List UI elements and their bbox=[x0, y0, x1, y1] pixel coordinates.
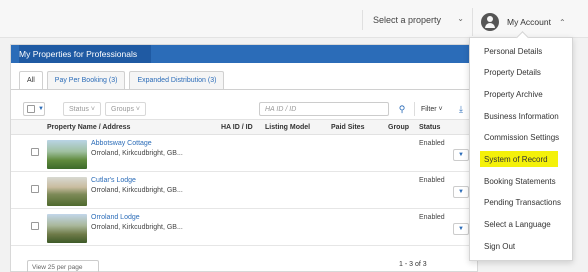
property-address: Orroland, Kirkcudbright, GB... bbox=[91, 150, 183, 157]
chevron-down-icon: ▼ bbox=[38, 106, 44, 112]
menu-item-system-of-record[interactable]: System of Record bbox=[480, 151, 558, 167]
tab-all[interactable]: All bbox=[19, 71, 43, 89]
select-property-dropdown[interactable]: Select a property ⌄ bbox=[362, 10, 470, 30]
groups-filter-label: Groups bbox=[111, 105, 134, 113]
my-account-label: My Account bbox=[507, 17, 551, 27]
avatar-icon bbox=[481, 13, 499, 31]
property-address: Orroland, Kirkcudbright, GB... bbox=[91, 224, 183, 231]
pagination-label: 1 - 3 of 3 bbox=[399, 261, 427, 268]
per-page-select[interactable]: View 25 per page bbox=[27, 260, 99, 272]
status-filter[interactable]: Status ˅ bbox=[63, 102, 101, 116]
toolbar-divider bbox=[414, 102, 415, 116]
menu-item-sign-out[interactable]: Sign Out bbox=[484, 239, 515, 253]
chevron-down-icon: ˅ bbox=[90, 105, 95, 113]
table-row: Cutlar's Lodge Orroland, Kirkcudbright, … bbox=[11, 173, 477, 209]
chevron-down-icon: ˅ bbox=[438, 105, 443, 113]
table-row: Abbotsway Cottage Orroland, Kirkcudbrigh… bbox=[11, 136, 477, 172]
table-header: Property Name / Address HA ID / ID Listi… bbox=[11, 119, 477, 135]
col-ha-id[interactable]: HA ID / ID bbox=[221, 124, 253, 131]
row-checkbox[interactable] bbox=[31, 222, 39, 230]
property-thumbnail[interactable] bbox=[47, 140, 87, 169]
tab-expanded-distribution[interactable]: Expanded Distribution (3) bbox=[129, 71, 225, 89]
panel-header: My Properties for Professionals bbox=[11, 45, 477, 63]
menu-item-select-language[interactable]: Select a Language bbox=[484, 217, 551, 231]
search-input[interactable]: HA ID / ID bbox=[259, 102, 389, 116]
menu-item-property-details[interactable]: Property Details bbox=[484, 65, 541, 79]
download-icon[interactable]: ⤓ bbox=[455, 102, 467, 116]
property-name-link[interactable]: Abbotsway Cottage bbox=[91, 140, 152, 147]
chevron-down-icon: ⌄ bbox=[457, 14, 464, 23]
filter-label: Filter bbox=[421, 105, 437, 113]
toolbar: ▼ Status ˅ Groups ˅ HA ID / ID ⚲ Filter … bbox=[21, 99, 479, 117]
table-row: Orroland Lodge Orroland, Kirkcudbright, … bbox=[11, 210, 477, 246]
menu-item-booking-statements[interactable]: Booking Statements bbox=[484, 174, 556, 188]
menu-item-property-archive[interactable]: Property Archive bbox=[484, 87, 543, 101]
status-text: Enabled bbox=[419, 177, 445, 184]
select-all-dropdown[interactable]: ▼ bbox=[23, 102, 45, 116]
search-icon[interactable]: ⚲ bbox=[395, 102, 409, 116]
select-all-checkbox[interactable] bbox=[27, 105, 35, 113]
tab-pay-per-booking[interactable]: Pay Per Booking (3) bbox=[46, 71, 126, 89]
menu-item-business-information[interactable]: Business Information bbox=[484, 109, 559, 123]
panel-title: My Properties for Professionals bbox=[19, 45, 152, 63]
property-thumbnail[interactable] bbox=[47, 214, 87, 243]
properties-panel: My Properties for Professionals All Pay … bbox=[10, 44, 479, 272]
status-filter-label: Status bbox=[69, 105, 89, 113]
groups-filter[interactable]: Groups ˅ bbox=[105, 102, 147, 116]
property-name-link[interactable]: Cutlar's Lodge bbox=[91, 177, 136, 184]
row-checkbox[interactable] bbox=[31, 185, 39, 193]
col-paid-sites[interactable]: Paid Sites bbox=[331, 124, 364, 131]
select-property-label: Select a property bbox=[373, 15, 442, 25]
col-group[interactable]: Group bbox=[388, 124, 409, 131]
menu-item-pending-transactions[interactable]: Pending Transactions bbox=[484, 195, 561, 209]
tab-divider bbox=[11, 89, 477, 90]
chevron-down-icon: ˅ bbox=[135, 105, 141, 113]
col-status[interactable]: Status bbox=[419, 124, 440, 131]
row-checkbox[interactable] bbox=[31, 148, 39, 156]
menu-item-commission-settings[interactable]: Commission Settings bbox=[484, 130, 559, 144]
property-name-link[interactable]: Orroland Lodge bbox=[91, 214, 140, 221]
top-bar: Select a property ⌄ My Account ⌃ bbox=[0, 0, 588, 38]
property-thumbnail[interactable] bbox=[47, 177, 87, 206]
chevron-up-icon: ⌃ bbox=[558, 17, 566, 27]
account-menu: Personal Details Property Details Proper… bbox=[469, 37, 573, 261]
row-actions-dropdown[interactable]: ▼ bbox=[453, 223, 469, 235]
row-actions-dropdown[interactable]: ▼ bbox=[453, 186, 469, 198]
col-listing-model[interactable]: Listing Model bbox=[265, 124, 310, 131]
row-actions-dropdown[interactable]: ▼ bbox=[453, 149, 469, 161]
filter-button[interactable]: Filter ˅ bbox=[421, 102, 443, 116]
menu-item-personal-details[interactable]: Personal Details bbox=[484, 44, 542, 58]
tab-bar: All Pay Per Booking (3) Expanded Distrib… bbox=[19, 71, 228, 89]
status-text: Enabled bbox=[419, 140, 445, 147]
col-property-name[interactable]: Property Name / Address bbox=[47, 124, 130, 131]
pagination: 1 - 3 of 3 bbox=[399, 261, 427, 268]
status-text: Enabled bbox=[419, 214, 445, 221]
property-address: Orroland, Kirkcudbright, GB... bbox=[91, 187, 183, 194]
